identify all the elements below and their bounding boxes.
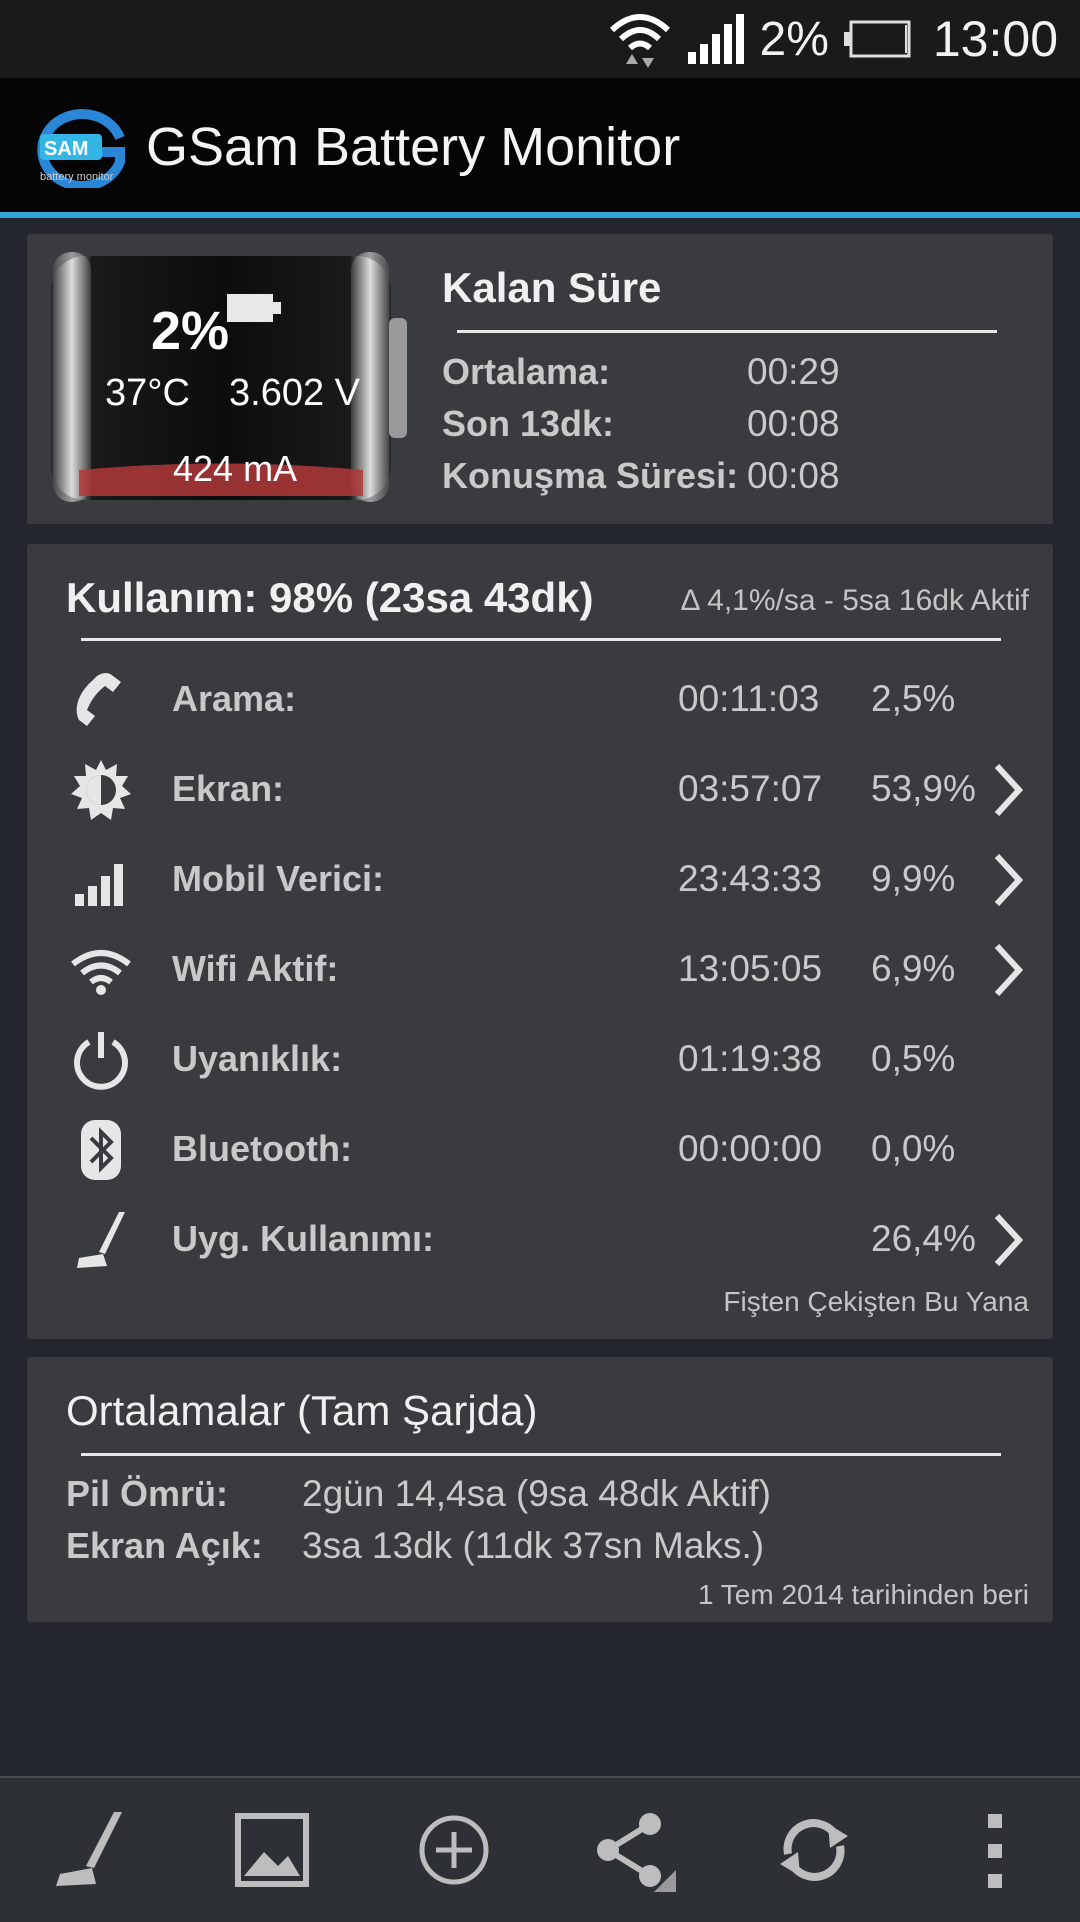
remaining-time-title: Kalan Süre [442, 264, 662, 311]
usage-label: Bluetooth: [172, 1128, 352, 1169]
usage-duration: 03:57:07 [678, 768, 823, 809]
usage-label: Ekran: [172, 768, 285, 809]
chevron-right-icon[interactable] [989, 852, 1029, 908]
usage-card: Kullanım: 98% (23sa 43dk) Δ 4,1%/sa - 5s… [27, 544, 1053, 1339]
battery-graphic: 2% 37°C 3.602 V 424 mA [43, 252, 423, 502]
phone-icon [76, 673, 121, 726]
usage-label: Mobil Verici: [172, 858, 385, 899]
usage-row-screen[interactable]: Ekran: 03:57:07 53,9% [27, 748, 1053, 830]
image-icon[interactable] [228, 1806, 316, 1894]
chevron-right-icon[interactable] [989, 942, 1029, 998]
usage-label: Uyanıklık: [172, 1038, 343, 1079]
cell-signal-icon [687, 14, 744, 64]
battery-percent: 2% [151, 301, 230, 361]
screen-on-label: Ekran Açık: [66, 1525, 263, 1566]
status-battery-percent: 2% [759, 12, 829, 66]
averages-footnote: 1 Tem 2014 tarihinden beri [697, 1579, 1029, 1610]
usage-duration: 13:05:05 [678, 948, 823, 989]
remaining-talk-value: 00:08 [747, 455, 840, 496]
usage-row-call[interactable]: Arama: 00:11:03 2,5% [27, 658, 1053, 740]
usage-footnote: Fişten Çekişten Bu Yana [723, 1286, 1029, 1317]
usage-duration: 00:00:00 [678, 1128, 823, 1169]
bottom-action-bar [0, 1776, 1080, 1922]
usage-row-app-usage[interactable]: Uyg. Kullanımı: 26,4% [27, 1198, 1053, 1280]
app-title: GSam Battery Monitor [146, 117, 681, 177]
usage-percent: 6,9% [871, 948, 956, 989]
broom-icon [77, 1212, 125, 1268]
battery-summary-card[interactable]: 2% 37°C 3.602 V 424 mA Kalan Süre Ortala… [27, 234, 1053, 524]
screen-on-value: 3sa 13dk (11dk 37sn Maks.) [302, 1525, 765, 1566]
remaining-last-value: 00:08 [747, 403, 840, 444]
app-usage-icon[interactable] [46, 1806, 134, 1894]
remaining-talk-label: Konuşma Süresi: [442, 455, 739, 496]
overflow-menu-icon[interactable] [950, 1806, 1038, 1894]
logo-subtext: battery monitor [40, 171, 114, 183]
battery-life-value: 2gün 14,4sa (9sa 48dk Aktif) [302, 1473, 771, 1514]
wifi-icon [71, 950, 131, 995]
remaining-average-label: Ortalama: [442, 351, 611, 392]
usage-rate: Δ 4,1%/sa - 5sa 16dk Aktif [680, 584, 1029, 617]
bluetooth-icon [81, 1120, 121, 1180]
battery-voltage: 3.602 V [229, 372, 360, 414]
battery-temperature: 37°C [105, 372, 190, 414]
battery-current: 424 mA [173, 448, 298, 489]
divider [81, 638, 1001, 641]
logo-text: SAM [44, 138, 88, 160]
usage-percent: 0,5% [871, 1038, 956, 1079]
usage-percent: 26,4% [871, 1218, 976, 1259]
usage-percent: 53,9% [871, 768, 976, 809]
brightness-icon [71, 760, 131, 820]
power-icon [74, 1032, 128, 1090]
chevron-right-icon[interactable] [989, 762, 1029, 818]
usage-label: Arama: [172, 678, 297, 719]
usage-duration: 23:43:33 [678, 858, 823, 899]
add-icon[interactable] [410, 1806, 498, 1894]
usage-label: Uyg. Kullanımı: [172, 1218, 435, 1259]
remaining-last-label: Son 13dk: [442, 403, 615, 444]
remaining-average-value: 00:29 [747, 351, 840, 392]
action-bar: SAM battery monitor GSam Battery Monitor [0, 78, 1080, 218]
usage-percent: 9,9% [871, 858, 956, 899]
battery-status-icon [843, 20, 911, 58]
usage-duration: 00:11:03 [678, 678, 820, 719]
usage-percent: 2,5% [871, 678, 956, 719]
usage-row-bluetooth[interactable]: Bluetooth: 00:00:00 0,0% [27, 1108, 1053, 1190]
usage-duration: 01:19:38 [678, 1038, 823, 1079]
status-icons: 2% 13:00 [608, 0, 1058, 78]
status-bar: 2% 13:00 [0, 0, 1080, 78]
usage-title: Kullanım: 98% (23sa 43dk) [66, 574, 594, 621]
averages-card: Ortalamalar (Tam Şarjda) Pil Ömrü: 2gün … [27, 1357, 1053, 1622]
signal-icon [75, 864, 123, 906]
status-time: 13:00 [932, 11, 1058, 67]
chevron-right-icon[interactable] [989, 1212, 1029, 1268]
usage-row-wifi[interactable]: Wifi Aktif: 13:05:05 6,9% [27, 928, 1053, 1010]
refresh-icon[interactable] [770, 1806, 858, 1894]
averages-title: Ortalamalar (Tam Şarjda) [66, 1387, 538, 1434]
usage-row-awake[interactable]: Uyanıklık: 01:19:38 0,5% [27, 1018, 1053, 1100]
share-icon[interactable] [590, 1806, 678, 1894]
app-logo: SAM battery monitor [37, 109, 125, 188]
usage-label: Wifi Aktif: [172, 948, 339, 989]
usage-row-mobile-radio[interactable]: Mobil Verici: 23:43:33 9,9% [27, 838, 1053, 920]
usage-percent: 0,0% [871, 1128, 956, 1169]
divider [457, 330, 997, 333]
wifi-status-icon [609, 14, 670, 68]
divider [81, 1453, 1001, 1456]
battery-life-label: Pil Ömrü: [66, 1473, 229, 1514]
